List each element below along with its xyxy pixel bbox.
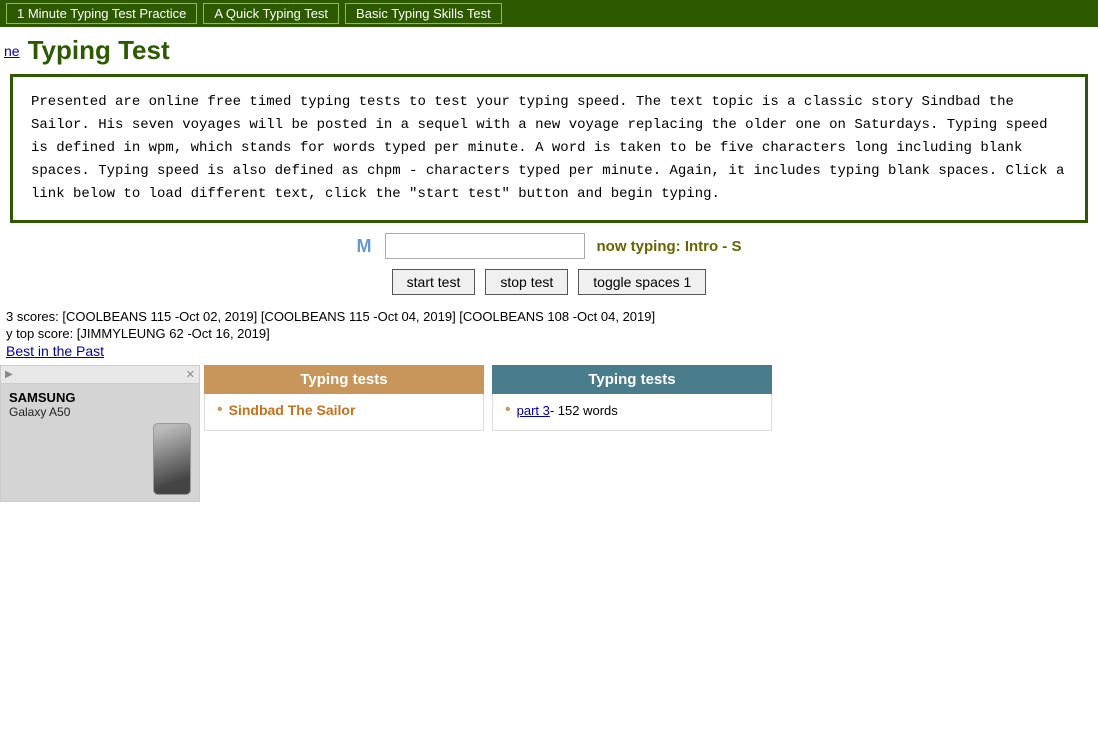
now-typing-label: now typing: Intro - S (597, 238, 742, 255)
typing-area: M now typing: Intro - S (0, 233, 1098, 259)
ad-close-button[interactable]: ✕ (186, 368, 195, 381)
ad-top-bar: ▶ ✕ (1, 366, 199, 384)
ad-phone-image (153, 423, 191, 495)
bullet-icon-2: • (505, 402, 511, 418)
description-box: Presented are online free timed typing t… (10, 74, 1088, 223)
scores-section: 3 scores: [COOLBEANS 115 -Oct 02, 2019] … (0, 309, 1098, 359)
typing-tests-left-panel: Typing tests • Sindbad The Sailor (204, 365, 484, 431)
part3-text: - 152 words (550, 403, 618, 418)
list-item-part3: • part 3 - 152 words (505, 402, 759, 418)
top-score-label: y top score: [JIMMYLEUNG 62 -Oct 16, 201… (6, 326, 1092, 341)
description-text: Presented are online free timed typing t… (31, 91, 1067, 206)
ad-content: SAMSUNG Galaxy A50 (1, 384, 199, 501)
page-header: ne Typing Test (0, 27, 1098, 70)
sindbad-link[interactable]: Sindbad The Sailor (229, 402, 356, 418)
typing-input[interactable] (385, 233, 585, 259)
page-title: Typing Test (28, 35, 170, 66)
nav-quick-link[interactable]: A Quick Typing Test (203, 3, 339, 24)
bullet-icon: • (217, 402, 223, 418)
ad-brand: SAMSUNG (9, 390, 75, 405)
ad-panel: ▶ ✕ SAMSUNG Galaxy A50 (0, 365, 200, 502)
buttons-row: start test stop test toggle spaces 1 (0, 269, 1098, 295)
part3-link[interactable]: part 3 (517, 403, 550, 418)
typing-tests-right-list: • part 3 - 152 words (492, 394, 772, 431)
nav-1min-link[interactable]: 1 Minute Typing Test Practice (6, 3, 197, 24)
home-link[interactable]: ne (4, 43, 20, 59)
ad-model: Galaxy A50 (9, 405, 70, 419)
start-test-button[interactable]: start test (392, 269, 476, 295)
top-nav[interactable]: 1 Minute Typing Test Practice A Quick Ty… (0, 0, 1098, 27)
top-scores-line: 3 scores: [COOLBEANS 115 -Oct 02, 2019] … (6, 309, 1092, 324)
typing-tests-panels: Typing tests • Sindbad The Sailor Typing… (204, 365, 772, 431)
toggle-spaces-button[interactable]: toggle spaces 1 (578, 269, 706, 295)
list-item-sindbad: • Sindbad The Sailor (217, 402, 471, 418)
typing-tests-right-header: Typing tests (492, 365, 772, 394)
current-letter: M (357, 236, 373, 257)
bottom-section: ▶ ✕ SAMSUNG Galaxy A50 Typing tests • Si… (0, 365, 1098, 502)
ad-label: ▶ (5, 369, 13, 380)
typing-tests-left-header: Typing tests (204, 365, 484, 394)
typing-tests-left-list: • Sindbad The Sailor (204, 394, 484, 431)
typing-tests-right-panel: Typing tests • part 3 - 152 words (492, 365, 772, 431)
nav-basic-link[interactable]: Basic Typing Skills Test (345, 3, 502, 24)
best-in-past-link[interactable]: Best in the Past (6, 343, 104, 359)
stop-test-button[interactable]: stop test (485, 269, 568, 295)
